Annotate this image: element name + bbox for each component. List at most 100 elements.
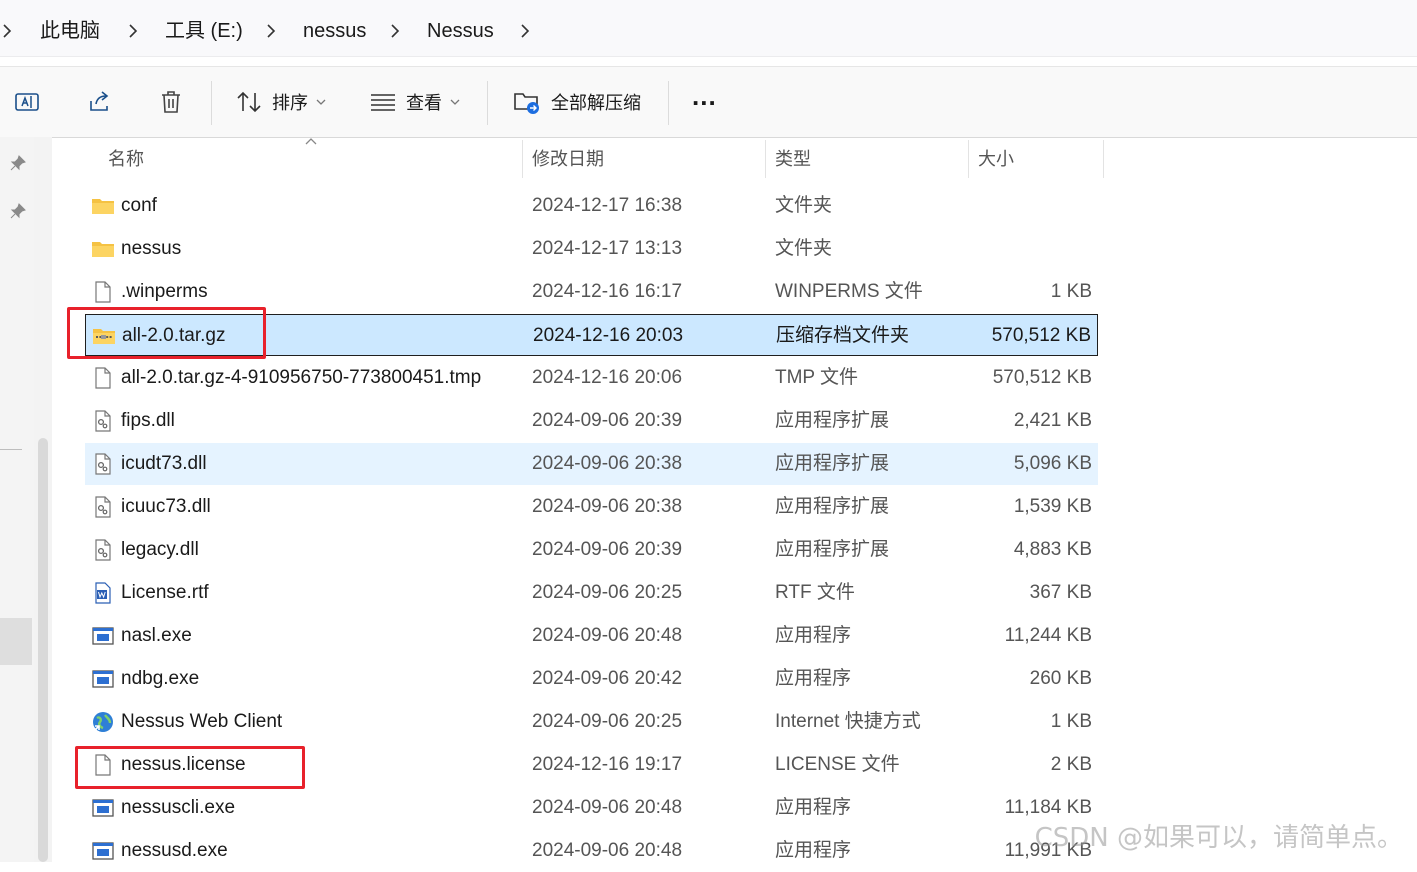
file-type: 应用程序扩展	[775, 496, 890, 517]
file-size: 260 KB	[1029, 668, 1092, 689]
file-row[interactable]: fips.dll 2024-09-06 20:39 应用程序扩展 2,421 KB	[85, 400, 1098, 442]
file-modified-date: 2024-09-06 20:25	[532, 711, 683, 732]
dll-icon	[91, 452, 115, 476]
file-row[interactable]: nasl.exe 2024-09-06 20:48 应用程序 11,244 KB	[85, 615, 1098, 657]
breadcrumb-this-pc[interactable]: 此电脑	[40, 0, 100, 62]
file-type: 文件夹	[775, 195, 833, 216]
breadcrumb-nessus-folder[interactable]: Nessus	[427, 0, 494, 62]
file-row[interactable]: icuuc73.dll 2024-09-06 20:38 应用程序扩展 1,539 K…	[85, 486, 1098, 528]
file-name: legacy.dll	[121, 539, 199, 560]
file-modified-date: 2024-09-06 20:48	[532, 625, 683, 646]
file-size: 2 KB	[1050, 754, 1092, 775]
chevron-down-icon	[316, 99, 326, 105]
file-size: 570,512 KB	[992, 367, 1092, 388]
file-modified-date: 2024-09-06 20:48	[532, 840, 683, 861]
navigation-pane[interactable]	[0, 137, 34, 862]
rename-icon	[15, 93, 39, 111]
extract-all-button[interactable]: 全部解压缩	[513, 67, 641, 137]
file-type: 应用程序扩展	[775, 539, 890, 560]
file-name: ndbg.exe	[121, 668, 200, 689]
address-bar[interactable]: 此电脑 工具 (E:) nessus Nessus	[0, 0, 1417, 57]
file-name: all-2.0.tar.gz-4-910956750-773800451.tmp	[121, 367, 482, 388]
chevron-right-icon[interactable]	[390, 0, 400, 62]
file-size: 2,421 KB	[1013, 410, 1092, 431]
file-size: 1 KB	[1050, 281, 1092, 302]
breadcrumb-drive-e[interactable]: 工具 (E:)	[165, 0, 243, 62]
sort-ascending-icon	[305, 138, 317, 145]
exe-icon	[91, 796, 115, 820]
file-name: nasl.exe	[121, 625, 192, 646]
extract-all-label: 全部解压缩	[551, 93, 641, 113]
file-name: nessus	[121, 238, 182, 259]
view-label: 查看	[406, 93, 442, 113]
file-icon	[91, 280, 115, 304]
file-modified-date: 2024-12-16 16:17	[532, 281, 683, 302]
breadcrumb-nessus[interactable]: nessus	[303, 0, 366, 62]
extract-folder-icon	[514, 93, 539, 114]
more-options-button[interactable]: ...	[692, 67, 717, 137]
column-header-size[interactable]: 大小	[978, 140, 1014, 178]
file-type: 应用程序扩展	[775, 410, 890, 431]
column-header-date[interactable]: 修改日期	[532, 140, 604, 178]
share-button[interactable]	[87, 67, 113, 137]
file-name: nessuscli.exe	[121, 797, 236, 818]
dll-icon	[91, 495, 115, 519]
pin-icon[interactable]	[10, 203, 26, 219]
file-modified-date: 2024-09-06 20:38	[532, 453, 683, 474]
file-type: RTF 文件	[775, 582, 855, 603]
file-row[interactable]: Nessus Web Client 2024-09-06 20:25 Interne…	[85, 701, 1098, 743]
file-modified-date: 2024-09-06 20:38	[532, 496, 683, 517]
file-row[interactable]: all-2.0.tar.gz-4-910956750-773800451.tmp…	[85, 357, 1098, 399]
dll-icon	[91, 409, 115, 433]
column-header-type[interactable]: 类型	[775, 140, 811, 178]
file-modified-date: 2024-09-06 20:39	[532, 410, 683, 431]
annotation-box	[75, 746, 305, 789]
rename-button[interactable]	[14, 67, 40, 137]
more-icon: ...	[692, 80, 717, 111]
exe-icon	[91, 624, 115, 648]
chevron-right-icon[interactable]	[128, 0, 138, 62]
file-row[interactable]: nessusd.exe 2024-09-06 20:48 应用程序 11,991 KB	[85, 830, 1098, 872]
chevron-right-icon[interactable]	[520, 0, 530, 62]
file-type: 压缩存档文件夹	[776, 325, 910, 346]
view-button[interactable]: 查看	[370, 67, 460, 137]
file-size: 1 KB	[1050, 711, 1092, 732]
file-name: fips.dll	[121, 410, 175, 431]
file-size: 4,883 KB	[1013, 539, 1092, 560]
file-modified-date: 2024-12-16 20:03	[533, 325, 684, 346]
file-row[interactable]: conf 2024-12-17 16:38 文件夹	[85, 185, 1098, 227]
nav-item-highlight[interactable]	[0, 618, 32, 665]
file-modified-date: 2024-12-17 16:38	[532, 195, 683, 216]
chevron-right-icon[interactable]	[266, 0, 276, 62]
nav-scrollbar-thumb[interactable]	[38, 438, 48, 862]
file-row[interactable]: ndbg.exe 2024-09-06 20:42 应用程序 260 KB	[85, 658, 1098, 700]
file-name: icuuc73.dll	[121, 496, 211, 517]
file-size: 11,244 KB	[1004, 625, 1092, 646]
pin-icon[interactable]	[10, 155, 26, 171]
file-name: License.rtf	[121, 582, 209, 603]
chevron-right-icon[interactable]	[2, 0, 12, 62]
folder-icon	[91, 237, 115, 261]
file-name: conf	[121, 195, 157, 216]
sort-button[interactable]: 排序	[236, 67, 326, 137]
file-modified-date: 2024-12-16 19:17	[532, 754, 683, 775]
file-row[interactable]: nessuscli.exe 2024-09-06 20:48 应用程序 11,184 …	[85, 787, 1098, 829]
file-modified-date: 2024-09-06 20:25	[532, 582, 683, 603]
column-header-name[interactable]: 名称	[108, 140, 144, 178]
file-row[interactable]: legacy.dll 2024-09-06 20:39 应用程序扩展 4,883 KB	[85, 529, 1098, 571]
share-icon	[90, 91, 109, 111]
file-type: Internet 快捷方式	[775, 711, 921, 732]
view-list-icon	[371, 94, 395, 111]
file-type: 应用程序	[775, 668, 852, 689]
file-row[interactable]: icudt73.dll 2024-09-06 20:38 应用程序扩展 5,096 K…	[85, 443, 1098, 485]
file-modified-date: 2024-09-06 20:42	[532, 668, 683, 689]
folder-icon	[91, 194, 115, 218]
watermark: CSDN @如果可以，请简单点。	[1034, 823, 1403, 853]
file-row[interactable]: nessus 2024-12-17 13:13 文件夹	[85, 228, 1098, 270]
file-size: 367 KB	[1029, 582, 1092, 603]
sort-label: 排序	[272, 93, 308, 113]
file-type: 应用程序	[775, 797, 852, 818]
file-row[interactable]: License.rtf 2024-09-06 20:25 RTF 文件 367 KB	[85, 572, 1098, 614]
delete-button[interactable]	[159, 67, 183, 137]
file-type: TMP 文件	[775, 367, 859, 388]
